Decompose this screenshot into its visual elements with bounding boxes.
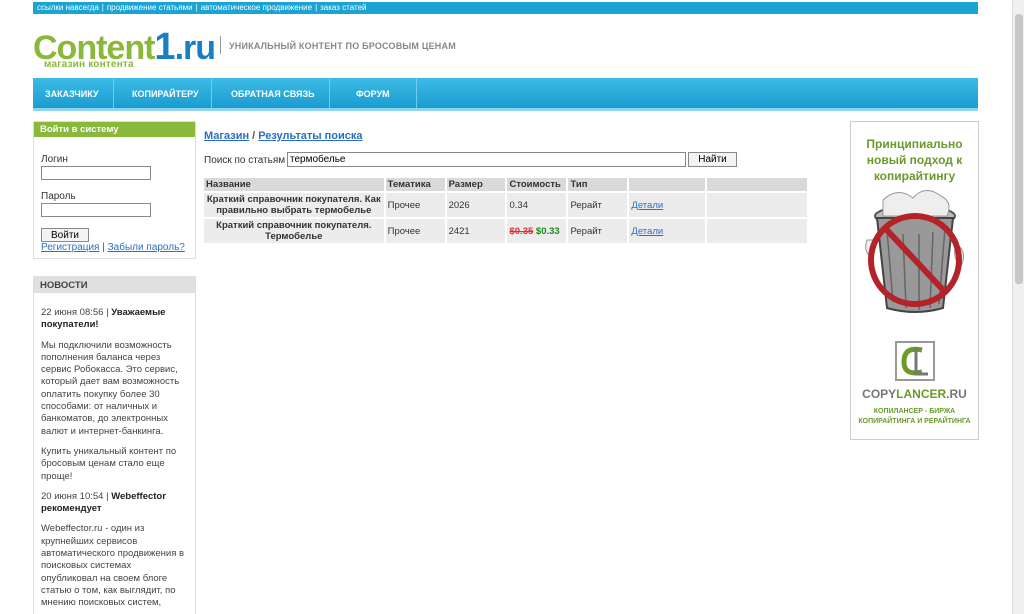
- table-header-row: Название Тематика Размер Стоимость Тип: [204, 178, 809, 192]
- ad-tagline: КОПИЛАНСЕР - БИРЖА КОПИРАЙТИНГА И РЕРАЙТ…: [858, 408, 971, 425]
- nav-item-copywriter[interactable]: КОПИРАЙТЕРУ: [132, 89, 199, 99]
- breadcrumb-results[interactable]: Результаты поиска: [258, 130, 362, 142]
- nav-item-customer[interactable]: ЗАКАЗЧИКУ: [45, 89, 99, 99]
- col-header-extra: [706, 178, 809, 192]
- col-header-name: Название: [204, 178, 386, 192]
- news-text: Webeffector.ru - один из крупнейших серв…: [41, 523, 185, 609]
- copylancer-logo-icon: [895, 341, 935, 381]
- top-link-forever[interactable]: ссылки навсегда: [37, 3, 99, 12]
- login-panel: Войти в систему Логин Пароль Войти Регис…: [33, 121, 196, 259]
- cell-topic: Прочее: [384, 217, 447, 243]
- separator: |: [195, 3, 198, 12]
- cell-topic: Прочее: [384, 191, 447, 218]
- news-text: Купить уникальный контент по бросовым це…: [41, 445, 177, 482]
- login-input[interactable]: [41, 166, 151, 180]
- top-link-auto[interactable]: автоматическое продвижение: [201, 3, 312, 12]
- table-row: Краткий справочник покупателя. Термобель…: [204, 217, 809, 243]
- nav-item-forum[interactable]: ФОРУМ: [356, 89, 390, 99]
- search-label: Поиск по статьям: [204, 155, 286, 166]
- cell-type: Рерайт: [567, 217, 630, 243]
- separator: |: [101, 3, 104, 12]
- col-header-price: Стоимость: [506, 178, 569, 192]
- price: 0.34: [509, 199, 528, 211]
- main-nav: ЗАКАЗЧИКУ КОПИРАЙТЕРУ ОБРАТНАЯ СВЯЗЬ ФОР…: [33, 78, 978, 111]
- old-price: $0.35: [509, 225, 534, 237]
- news-date: 22 июня 08:56: [41, 307, 104, 318]
- details-link[interactable]: Детали: [631, 226, 663, 237]
- nav-item-feedback[interactable]: ОБРАТНАЯ СВЯЗЬ: [231, 89, 315, 99]
- search-button[interactable]: Найти: [688, 152, 737, 167]
- nav-divider: [113, 78, 114, 108]
- details-link[interactable]: Детали: [631, 200, 663, 211]
- site-logo[interactable]: Content1.ru магазин контента: [33, 22, 216, 72]
- cell-size: 2026: [445, 191, 508, 218]
- ad-brand: COPYLANCER.RU: [862, 387, 967, 401]
- logo-subtitle: магазин контента: [44, 59, 134, 70]
- cell-name: Краткий справочник покупателя. Как прави…: [204, 191, 386, 218]
- col-header-type: Тип: [567, 178, 630, 192]
- news-date: 20 июня 10:54: [41, 490, 104, 502]
- login-title: Войти в систему: [34, 122, 195, 137]
- forgot-password-link[interactable]: Забыли пароль?: [108, 242, 185, 253]
- col-header-size: Размер: [445, 178, 508, 192]
- login-button[interactable]: Войти: [41, 228, 89, 242]
- cell-size: 2421: [445, 217, 508, 243]
- top-link-order[interactable]: заказ статей: [320, 3, 366, 12]
- breadcrumb-shop[interactable]: Магазин: [204, 130, 249, 142]
- ad-headline: Принципиально новый подход к копирайтинг…: [866, 137, 963, 183]
- cell-name: Краткий справочник покупателя. Термобель…: [204, 217, 386, 243]
- news-text: Мы подключили возможность пополнения бал…: [41, 339, 180, 437]
- table-row: Краткий справочник покупателя. Как прави…: [204, 191, 809, 218]
- cell-extra: [706, 217, 809, 243]
- scrollbar-thumb[interactable]: [1015, 14, 1023, 284]
- site-slogan: УНИКАЛЬНЫЙ КОНТЕНТ ПО БРОСОВЫМ ЦЕНАМ: [229, 41, 456, 51]
- news-item: 22 июня 08:56 | Уважаемые покупатели!: [41, 307, 166, 331]
- page-scrollbar[interactable]: [1012, 0, 1024, 614]
- login-label: Логин: [41, 154, 68, 165]
- cell-actions: Детали: [628, 217, 708, 243]
- results-table: Название Тематика Размер Стоимость Тип К…: [204, 178, 809, 243]
- register-link[interactable]: Регистрация: [41, 242, 99, 253]
- search-input[interactable]: [287, 152, 686, 167]
- cell-price: 0.34: [506, 191, 569, 218]
- cell-extra: [706, 191, 809, 218]
- top-link-articles[interactable]: продвижение статьями: [107, 3, 193, 12]
- news-panel: НОВОСТИ 22 июня 08:56 | Уважаемые покупа…: [33, 276, 196, 614]
- cell-price: $0.35 $0.33: [506, 217, 569, 243]
- nav-divider: [329, 78, 330, 108]
- trash-bin-icon: [865, 190, 965, 313]
- header-divider: [220, 36, 221, 54]
- main-content: Магазин / Результаты поиска Поиск по стать…: [204, 130, 809, 243]
- discount-price: $0.33: [535, 225, 560, 237]
- news-item: 20 июня 10:54 | Webeffector рекомендует: [41, 490, 166, 515]
- cell-type: Рерайт: [567, 191, 630, 218]
- top-links-bar: ссылки навсегда | продвижение статьями | авт…: [33, 2, 978, 14]
- nav-divider: [416, 78, 417, 108]
- nav-divider: [211, 78, 212, 108]
- copylancer-banner[interactable]: Принципиально новый подход к копирайтинг…: [850, 121, 979, 440]
- password-input[interactable]: [41, 203, 151, 217]
- separator: |: [315, 3, 318, 12]
- password-label: Пароль: [41, 191, 76, 202]
- separator: |: [102, 242, 105, 253]
- news-title: НОВОСТИ: [34, 277, 195, 293]
- col-header-actions: [628, 178, 708, 192]
- col-header-topic: Тематика: [384, 178, 447, 192]
- breadcrumb: Магазин / Результаты поиска: [204, 130, 363, 142]
- cell-actions: Детали: [628, 191, 708, 218]
- login-links: Регистрация | Забыли пароль?: [41, 242, 185, 253]
